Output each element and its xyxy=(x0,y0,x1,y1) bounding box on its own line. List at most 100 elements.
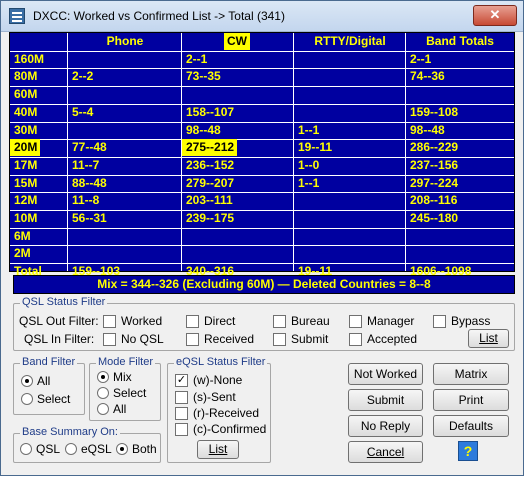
band-filter-all-label: All xyxy=(37,374,51,388)
qsl-in-accepted-label: Accepted xyxy=(367,332,418,346)
qsl-out-bureau-label: Bureau xyxy=(291,314,330,328)
qsl-in-accepted-checkbox[interactable] xyxy=(349,333,362,346)
band-filter-select-label: Select xyxy=(37,392,71,406)
mode-filter-all-label: All xyxy=(113,402,127,416)
band-filter-group: Band Filter xyxy=(13,356,85,415)
band-filter-title: Band Filter xyxy=(20,356,78,368)
base-summary-qsl-radio[interactable] xyxy=(20,443,32,455)
mode-filter-select-radio[interactable] xyxy=(97,387,109,399)
window-title: DXCC: Worked vs Confirmed List -> Total … xyxy=(33,9,285,23)
grid-band-label: 30M xyxy=(14,123,38,137)
grid-cell: 1--1 xyxy=(298,176,320,190)
help-icon[interactable]: ? xyxy=(458,441,478,461)
eqsl-received-label: (r)-Received xyxy=(193,406,260,420)
qsl-in-received-checkbox[interactable] xyxy=(186,333,199,346)
base-summary-both-label: Both xyxy=(132,442,157,456)
qsl-out-manager-checkbox[interactable] xyxy=(349,315,362,328)
cancel-button[interactable]: Cancel xyxy=(348,441,423,463)
grid-cell: 236--152 xyxy=(186,158,235,172)
matrix-button[interactable]: Matrix xyxy=(433,363,509,385)
grid-cell: 19--11 xyxy=(298,140,333,154)
grid-cell xyxy=(294,192,406,209)
qsl-in-submit-checkbox[interactable] xyxy=(273,333,286,346)
qsl-in-no-qsl-checkbox[interactable] xyxy=(103,333,116,346)
qsl-out-direct-checkbox[interactable] xyxy=(186,315,199,328)
print-button[interactable]: Print xyxy=(433,389,509,411)
qsl-in-submit-label: Submit xyxy=(291,332,329,346)
eqsl-received-checkbox[interactable] xyxy=(175,407,188,420)
grid-header-cell: Phone xyxy=(106,34,144,48)
eqsl-sent-checkbox[interactable] xyxy=(175,391,188,404)
qsl-out-worked-checkbox[interactable] xyxy=(103,315,116,328)
grid-band-label: 40M xyxy=(14,105,38,119)
base-summary-both-radio[interactable] xyxy=(116,443,128,455)
grid-cell: 208--116 xyxy=(410,193,458,207)
qsl-list-button[interactable]: List xyxy=(468,329,509,348)
grid-cell xyxy=(406,228,514,245)
grid-cell: 239--175 xyxy=(186,211,235,225)
eqsl-none-label: (w)-None xyxy=(193,373,243,387)
eqsl-list-button[interactable]: List xyxy=(197,440,239,459)
grid-cell xyxy=(294,228,406,245)
grid-band-label: 20M xyxy=(10,139,41,156)
dxcc-grid: Phone CW RTTY/Digital Band Totals 160M 2--1 2-… xyxy=(9,32,515,278)
defaults-button[interactable]: Defaults xyxy=(433,415,509,437)
grid-cell: 275--212 xyxy=(182,139,238,156)
grid-cell: 88--48 xyxy=(72,176,107,190)
base-summary-eqsl-radio[interactable] xyxy=(65,443,77,455)
base-summary-qsl-label: QSL xyxy=(36,442,61,456)
grid-cell xyxy=(294,245,406,262)
qsl-out-manager-label: Manager xyxy=(367,314,415,328)
grid-cell xyxy=(294,68,406,85)
mode-filter-mix-label: Mix xyxy=(113,370,132,384)
not-worked-button[interactable]: Not Worked xyxy=(348,363,423,385)
eqsl-confirmed-checkbox[interactable] xyxy=(175,423,188,436)
grid-cell: 98--48 xyxy=(186,123,221,137)
submit-ready-button[interactable]: Submit Ready xyxy=(348,389,423,427)
qsl-out-bureau-checkbox[interactable] xyxy=(273,315,286,328)
close-button[interactable]: ✕ xyxy=(473,5,517,26)
grid-header-cell: RTTY/Digital xyxy=(314,34,386,48)
title-bar: DXCC: Worked vs Confirmed List -> Total … xyxy=(1,1,523,32)
band-filter-all-radio[interactable] xyxy=(21,375,33,387)
grid-cell: 2--2 xyxy=(72,69,94,83)
grid-cell xyxy=(68,86,182,103)
grid-cell: 237--156 xyxy=(410,158,459,172)
grid-cell: 1--1 xyxy=(298,123,320,137)
grid-cell: 77--48 xyxy=(72,140,107,154)
eqsl-status-filter-title: eQSL Status Filter xyxy=(174,356,268,368)
grid-cell: 11--8 xyxy=(72,193,100,207)
no-reply-button[interactable]: No Reply xyxy=(348,415,423,437)
grid-cell xyxy=(294,86,406,103)
qsl-out-filter-label: QSL Out Filter: xyxy=(19,314,99,328)
grid-band-label: 12M xyxy=(14,193,38,207)
mode-filter-select-label: Select xyxy=(113,386,147,400)
band-filter-select-radio[interactable] xyxy=(21,393,33,405)
grid-cell: 2--1 xyxy=(410,52,432,66)
base-summary-title: Base Summary On: xyxy=(20,426,120,438)
grid-cell xyxy=(406,86,514,103)
eqsl-sent-label: (s)-Sent xyxy=(193,390,236,404)
mode-filter-title: Mode Filter xyxy=(96,356,156,368)
qsl-out-bypass-checkbox[interactable] xyxy=(433,315,446,328)
mode-filter-all-radio[interactable] xyxy=(97,403,109,415)
qsl-out-bypass-label: Bypass xyxy=(451,314,491,328)
mode-filter-mix-radio[interactable] xyxy=(97,371,109,383)
grid-cell xyxy=(68,245,182,262)
eqsl-none-checkbox[interactable]: ✓ xyxy=(175,374,188,387)
grid-cell: 159--108 xyxy=(410,105,459,119)
app-icon xyxy=(9,8,25,24)
grid-band-label: 15M xyxy=(14,176,38,190)
qsl-out-direct-label: Direct xyxy=(204,314,236,328)
grid-cell: 297--224 xyxy=(410,176,459,190)
grid-cell xyxy=(68,51,182,68)
grid-cell: 73--35 xyxy=(186,69,221,83)
grid-cell: 5--4 xyxy=(72,105,94,119)
grid-header-cell: Band Totals xyxy=(426,34,494,48)
grid-cell: 203--111 xyxy=(186,193,233,207)
base-summary-eqsl-label: eQSL xyxy=(81,442,112,456)
grid-cell: 1--0 xyxy=(298,158,320,172)
grid-cell: 245--180 xyxy=(410,211,459,225)
grid-cell: 158--107 xyxy=(186,105,235,119)
grid-cell: 286--229 xyxy=(410,140,459,154)
